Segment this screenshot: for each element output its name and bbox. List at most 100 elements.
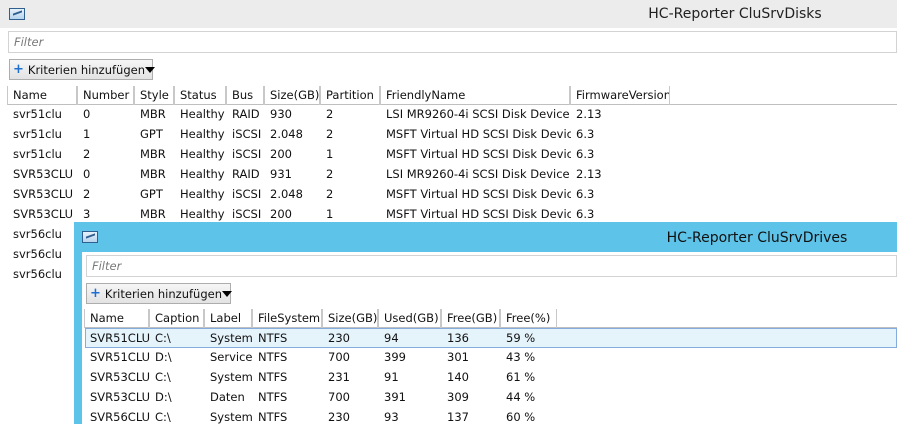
drive-cell: NTFS [258, 370, 288, 384]
disk-cell: RAID [232, 107, 260, 121]
add-criteria-button[interactable]: + Kriterien hinzufügen [9, 59, 155, 80]
filter-box [86, 255, 897, 277]
column-header-label[interactable]: Label [204, 309, 252, 328]
table-row[interactable]: SVR53CLU C:\ System NTFS 231 91 140 61 % [85, 368, 897, 388]
disk-cell: SVR53CLU [13, 207, 74, 221]
table-row[interactable]: svr51clu 0 MBR Healthy RAID 930 2 LSI MR9260-4i… [8, 105, 897, 125]
drive-cell: System [210, 331, 253, 345]
disk-cell: MSFT Virtual HD SCSI Disk Device [386, 187, 571, 201]
disk-cell: iSCSI [232, 127, 262, 141]
window-title: HC-Reporter CluSrvDrives [666, 230, 848, 246]
column-header-caption[interactable]: Caption [149, 309, 204, 328]
disk-cell: svr51clu [13, 127, 62, 141]
drive-cell: System [210, 370, 253, 384]
table-row[interactable]: SVR51CLU C:\ System NTFS 230 94 136 59 % [85, 328, 897, 348]
drive-cell: 230 [328, 410, 350, 424]
add-criteria-button[interactable]: + Kriterien hinzufügen [86, 283, 232, 304]
disk-cell: MBR [140, 167, 166, 181]
drive-cell: D:\ [155, 350, 172, 364]
disk-cell: 2.13 [576, 167, 602, 181]
drive-cell: 43 % [506, 350, 536, 364]
add-criteria-label: Kriterien hinzufügen [104, 286, 222, 301]
disk-cell: 6.3 [576, 127, 595, 141]
table-row[interactable]: svr51clu 2 MBR Healthy iSCSI 200 1 MSFT Virtual… [8, 145, 897, 165]
drive-cell: C:\ [155, 331, 171, 345]
drive-cell: 136 [447, 331, 469, 345]
column-header-friendlyname[interactable]: FriendlyName [380, 86, 570, 105]
table-row[interactable]: SVR53CLU 0 MBR Healthy RAID 931 2 LSI MR9260-4i… [8, 165, 897, 185]
disk-cell: MSFT Virtual HD SCSI Disk Device [386, 127, 571, 141]
column-header-free-gb[interactable]: Free(GB) [441, 309, 500, 328]
table-row[interactable]: SVR53CLU 2 GPT Healthy iSCSI 2.048 2 MSFT Virtu… [8, 185, 897, 205]
clusrvdrives-window: HC-Reporter CluSrvDrives + Kriterien hin… [74, 222, 897, 424]
window-title: HC-Reporter CluSrvDisks [648, 6, 822, 22]
column-header-size-gb[interactable]: Size(GB) [322, 309, 378, 328]
disk-cell: 2 [326, 167, 334, 181]
drive-cell: NTFS [258, 350, 288, 364]
disk-cell: 2 [83, 147, 91, 161]
add-criteria-label: Kriterien hinzufügen [27, 62, 145, 77]
column-header-row: Name Number Style Status Bus Size(GB) Partitio… [7, 86, 897, 105]
column-header-used-gb[interactable]: Used(GB) [378, 309, 441, 328]
column-header-free[interactable]: Free(%) [500, 309, 557, 328]
column-header-style[interactable]: Style [134, 86, 174, 105]
table-row[interactable]: svr51clu 1 GPT Healthy iSCSI 2.048 2 MSFT Virtu… [8, 125, 897, 145]
drive-cell: SVR51CLU [90, 331, 150, 345]
drive-cell: 231 [328, 370, 350, 384]
filter-input[interactable] [9, 32, 896, 52]
disk-cell: LSI MR9260-4i SCSI Disk Device [386, 167, 570, 181]
drive-cell: 44 % [506, 390, 536, 404]
column-header-size-gb[interactable]: Size(GB) [264, 86, 320, 105]
drive-cell: SVR53CLU [90, 390, 150, 404]
disk-cell: MSFT Virtual HD SCSI Disk Device [386, 147, 571, 161]
column-header-partition[interactable]: Partition [320, 86, 380, 105]
disk-cell: 2 [326, 107, 334, 121]
disk-cell: Healthy [180, 187, 225, 201]
drive-cell: Daten [210, 390, 245, 404]
drive-cell: 309 [447, 390, 469, 404]
table-row[interactable]: SVR56CLU C:\ System NTFS 230 93 137 60 % [85, 408, 897, 424]
disk-cell: 2 [326, 127, 334, 141]
disk-cell: 930 [270, 107, 292, 121]
title-bar[interactable]: HC-Reporter CluSrvDrives [74, 222, 897, 252]
caret-down-icon [145, 66, 155, 73]
disk-cell: SVR53CLU [13, 167, 74, 181]
drive-cell: 60 % [506, 410, 536, 424]
disk-cell: 0 [83, 167, 91, 181]
app-window-icon[interactable] [82, 231, 98, 243]
drive-cell: 230 [328, 331, 350, 345]
column-header-filesystem[interactable]: FileSystem [252, 309, 322, 328]
column-header-name[interactable]: Name [7, 86, 77, 105]
drive-cell: 59 % [506, 331, 536, 345]
disk-cell: 2 [83, 187, 91, 201]
drive-cell: 700 [328, 350, 350, 364]
drive-cell: 61 % [506, 370, 536, 384]
disk-cell: svr56clu [13, 227, 62, 241]
drive-cell: 301 [447, 350, 469, 364]
app-window-icon[interactable] [9, 8, 25, 20]
table-row[interactable]: SVR51CLU D:\ Service NTFS 700 399 301 43 % [85, 348, 897, 368]
disk-cell: iSCSI [232, 187, 262, 201]
column-header-status[interactable]: Status [174, 86, 226, 105]
column-header-number[interactable]: Number [77, 86, 134, 105]
plus-icon: + [13, 62, 24, 77]
drive-cell: SVR53CLU [90, 370, 150, 384]
disk-cell: iSCSI [232, 147, 262, 161]
drive-cell: SVR51CLU [90, 350, 150, 364]
disk-cell: MBR [140, 107, 166, 121]
column-header-name[interactable]: Name [84, 309, 149, 328]
drives-grid[interactable]: Name Caption Label FileSystem Size(GB) Used(G… [84, 309, 897, 424]
disk-cell: 6.3 [576, 147, 595, 161]
drive-cell: SVR56CLU [90, 410, 150, 424]
disk-cell: svr56clu [13, 267, 62, 281]
column-header-firmwareversion[interactable]: FirmwareVersion [570, 86, 670, 105]
table-row[interactable]: SVR53CLU D:\ Daten NTFS 700 391 309 44 % [85, 388, 897, 408]
caret-down-icon [222, 290, 232, 297]
title-bar[interactable]: HC-Reporter CluSrvDisks [0, 0, 897, 28]
drive-cell: NTFS [258, 390, 288, 404]
drive-cell: D:\ [155, 390, 172, 404]
column-header-row: Name Caption Label FileSystem Size(GB) Used(G… [84, 309, 897, 328]
column-header-bus[interactable]: Bus [226, 86, 264, 105]
disk-cell: 2.048 [270, 127, 303, 141]
filter-input[interactable] [87, 256, 896, 276]
